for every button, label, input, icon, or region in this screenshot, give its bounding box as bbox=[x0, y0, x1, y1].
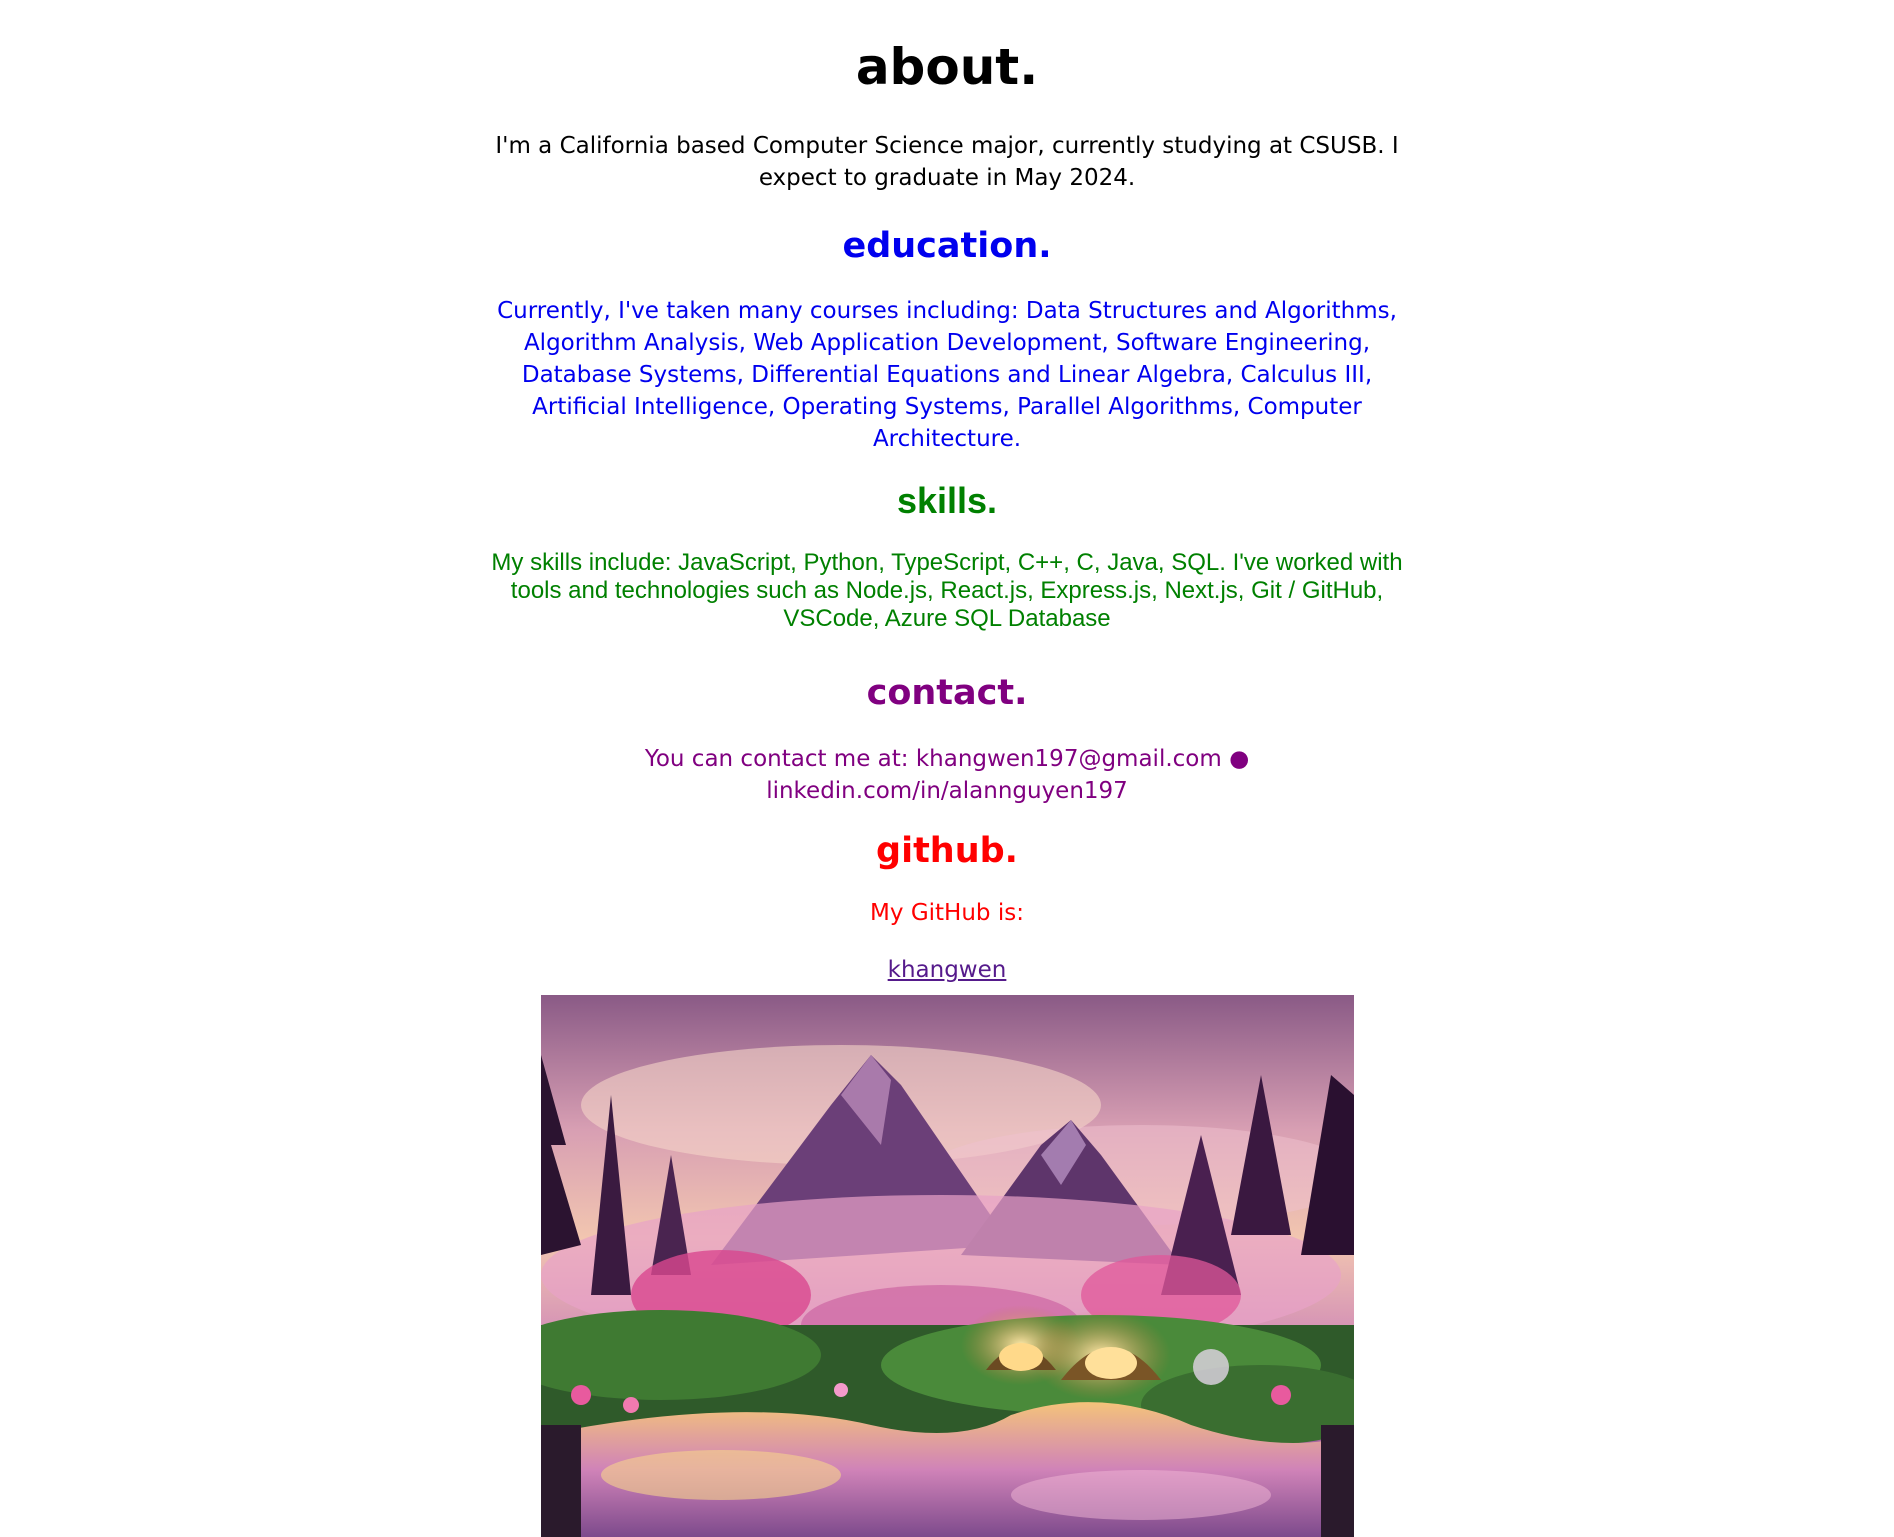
education-text: Currently, I've taken many courses inclu… bbox=[497, 298, 1397, 452]
about-text: I'm a California based Computer Science … bbox=[495, 133, 1399, 191]
fantasy-landscape-image bbox=[540, 995, 1354, 1537]
github-profile-link[interactable]: khangwen bbox=[888, 954, 1007, 986]
page-content: about. I'm a California based Computer S… bbox=[472, 0, 1422, 1537]
landscape-illustration bbox=[540, 995, 1354, 1537]
github-heading: github. bbox=[876, 831, 1018, 871]
contact-heading: contact. bbox=[866, 673, 1028, 713]
skills-text: My skills include: JavaScript, Python, T… bbox=[491, 549, 1403, 632]
education-heading: education. bbox=[842, 226, 1052, 266]
contact-text[interactable]: You can contact me at: khangwen197@gmail… bbox=[472, 743, 1422, 807]
github-text: My GitHub is: bbox=[870, 900, 1024, 926]
skills-heading: skills. bbox=[896, 480, 998, 521]
about-heading: about. bbox=[855, 38, 1039, 96]
